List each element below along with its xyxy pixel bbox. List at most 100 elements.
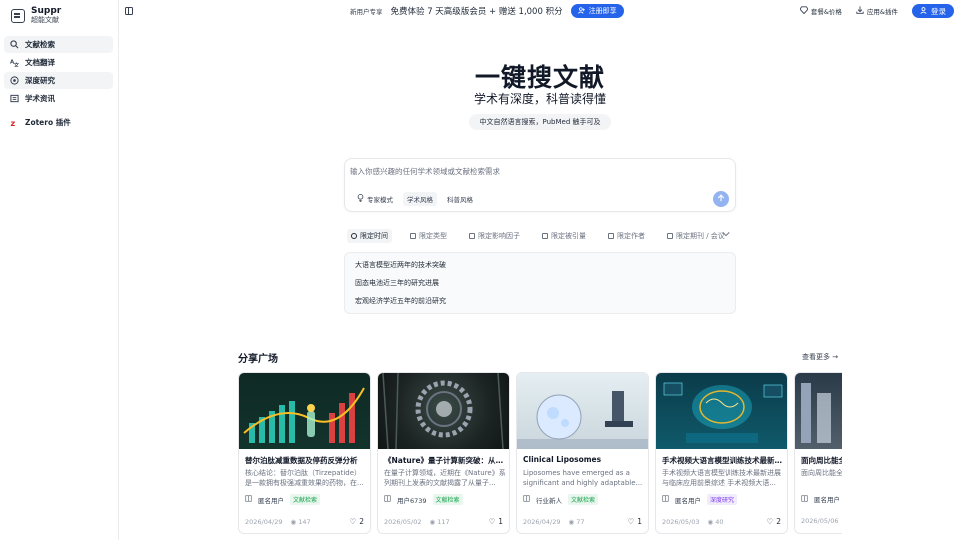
card-title: 手术视频大语言模型训练技术最新进... — [662, 456, 784, 465]
filter-type[interactable]: 限定类型 — [406, 229, 451, 243]
academic-style-button[interactable]: 学术风格 — [403, 192, 437, 206]
user-plus-icon — [577, 6, 585, 16]
view-more-link[interactable]: 查看更多 → — [802, 352, 838, 362]
card-meta: 行业新人 文献检索 — [523, 494, 599, 505]
arrow-up-icon — [717, 193, 725, 205]
card-title: 面向周比能全 — [801, 456, 842, 465]
filter-bar: 限定时间 限定类型 限定影响因子 限定被引量 限定作者 限定期刊 / 会议 — [347, 229, 729, 243]
card-description: 核心结论：替尔泊肽（Tirzepatide）是一款拥有极强减重效果的药物，在..… — [245, 469, 364, 487]
app-logo[interactable]: Suppr 超能文献 — [11, 7, 61, 25]
apps-label: 应用&插件 — [866, 8, 898, 16]
search-input[interactable] — [350, 164, 720, 178]
document-icon — [523, 495, 530, 504]
like-button[interactable]: ♡ 1 — [488, 517, 503, 526]
promo-text: 免费体验 7 天高级版会员 + 赠送 1,000 积分 — [390, 7, 563, 17]
svg-text:文: 文 — [14, 61, 19, 67]
views-count: 117 — [437, 517, 450, 526]
share-card[interactable]: Clinical Liposomes Liposomes have emerge… — [516, 372, 649, 534]
filter-label: 限定影响因子 — [478, 232, 520, 240]
author-icon — [608, 233, 614, 239]
lightbulb-icon — [357, 194, 364, 204]
heart-icon: ♡ — [627, 517, 635, 526]
view-more-label: 查看更多 — [802, 353, 830, 361]
submit-search-button[interactable] — [713, 191, 729, 207]
suggestion-item[interactable]: 宏观经济学近五年的前沿研究 — [355, 295, 725, 313]
expert-mode-button[interactable]: 专家模式 — [353, 192, 397, 206]
arrow-right-icon: → — [832, 353, 839, 361]
card-date: 2026/04/29 — [245, 517, 283, 526]
user-icon — [920, 6, 927, 16]
card-footer: 2026/04/29 ◉ 147 ♡ 2 — [245, 517, 364, 526]
likes-count: 1 — [637, 517, 642, 526]
filter-journal[interactable]: 限定期刊 / 会议 — [663, 229, 729, 243]
card-date: 2026/05/02 — [384, 517, 422, 526]
chevron-down-icon[interactable] — [722, 230, 730, 239]
card-user: 匿名用户 — [814, 496, 840, 504]
card-image — [239, 373, 370, 449]
sidebar-item-label: 深度研究 — [25, 76, 55, 85]
sidebar-item-label: 文献检索 — [25, 40, 55, 49]
sidebar-item-literature-search[interactable]: 文献检索 — [4, 36, 113, 53]
card-image — [656, 373, 787, 449]
apps-link[interactable]: 应用&插件 — [856, 6, 898, 16]
filter-label: 限定作者 — [617, 232, 645, 240]
share-card[interactable]: 面向周比能全 面向周比能全界面工程关键 匿名用户 2026/05/06 — [794, 372, 842, 534]
sidebar-toggle-icon[interactable] — [125, 7, 133, 15]
research-icon — [10, 76, 19, 85]
share-card[interactable]: 替尔泊肽减重数据及停药反弹分析 核心结论：替尔泊肽（Tirzepatide）是一… — [238, 372, 371, 534]
sidebar-item-label: Zotero 插件 — [25, 118, 71, 127]
sidebar-item-deep-research[interactable]: 深度研究 — [4, 72, 113, 89]
card-image — [378, 373, 509, 449]
document-icon — [245, 495, 252, 504]
document-icon — [384, 495, 391, 504]
card-title: Clinical Liposomes — [523, 455, 602, 464]
share-cards: 替尔泊肽减重数据及停药反弹分析 核心结论：替尔泊肽（Tirzepatide）是一… — [238, 372, 842, 540]
like-button[interactable]: ♡ 2 — [766, 517, 781, 526]
like-button[interactable]: ♡ 1 — [627, 517, 642, 526]
card-views: ◉ 77 — [568, 518, 584, 526]
sidebar: Suppr 超能文献 文献检索 A文 文档翻译 深度研究 学术资讯 z Zote… — [0, 0, 119, 540]
likes-count: 2 — [776, 517, 781, 526]
views-count: 147 — [298, 517, 311, 526]
suggestion-item[interactable]: 固态电池近三年的研究进展 — [355, 277, 725, 295]
card-meta: 匿名用户 — [801, 494, 840, 504]
card-description: 在量子计算领域，近期在《Nature》系列期刊上发表的文献揭露了从量子... — [384, 469, 506, 487]
share-card[interactable]: 《Nature》量子计算新突破：从硬... 在量子计算领域，近期在《Nature… — [377, 372, 510, 534]
news-icon — [10, 94, 19, 103]
feature-pill: 中文自然语言搜索，PubMed 触手可及 — [469, 114, 611, 130]
popular-style-button[interactable]: 科普风格 — [443, 192, 477, 206]
card-tag: 文献检索 — [568, 494, 599, 505]
login-button[interactable]: 登录 — [912, 4, 954, 18]
views-count: 77 — [576, 517, 585, 526]
card-footer: 2026/05/06 — [801, 517, 842, 525]
suggestion-item[interactable]: 大语言模型近两年的技术突破 — [355, 259, 725, 277]
suggestion-list: 大语言模型近两年的技术突破 固态电池近三年的研究进展 宏观经济学近五年的前沿研究 — [344, 252, 736, 314]
brand-subtitle: 超能文献 — [31, 16, 59, 24]
filter-citations[interactable]: 限定被引量 — [538, 229, 590, 243]
register-label: 注册即享 — [588, 7, 617, 15]
clock-icon — [351, 233, 357, 239]
filter-label: 限定被引量 — [551, 232, 586, 240]
pricing-label: 套餐&价格 — [810, 8, 842, 16]
mode-label: 专家模式 — [367, 196, 393, 204]
translate-icon: A文 — [10, 58, 19, 67]
sidebar-item-label: 文档翻译 — [25, 58, 55, 67]
filter-author[interactable]: 限定作者 — [604, 229, 649, 243]
pricing-link[interactable]: 套餐&价格 — [799, 6, 842, 16]
filter-impact-factor[interactable]: 限定影响因子 — [465, 229, 524, 243]
filter-time[interactable]: 限定时间 — [347, 229, 392, 243]
sidebar-item-academic-news[interactable]: 学术资讯 — [4, 90, 113, 107]
sidebar-item-zotero[interactable]: z Zotero 插件 — [4, 114, 113, 131]
promo-banner: 新用户专享 免费体验 7 天高级版会员 + 赠送 1,000 积分 注册即享 — [350, 4, 624, 18]
likes-count: 1 — [498, 517, 503, 526]
share-card[interactable]: 手术视频大语言模型训练技术最新进... 手术视频大语言模型训练技术最新进展与临床… — [655, 372, 788, 534]
heart-icon: ♡ — [349, 517, 357, 526]
register-button[interactable]: 注册即享 — [570, 4, 624, 18]
sidebar-item-label: 学术资讯 — [25, 94, 55, 103]
brand-name: Suppr — [31, 6, 62, 16]
card-views: ◉ 147 — [290, 518, 310, 526]
filter-label: 限定期刊 / 会议 — [676, 232, 725, 240]
sidebar-item-translate[interactable]: A文 文档翻译 — [4, 54, 113, 71]
like-button[interactable]: ♡ 2 — [349, 517, 364, 526]
diamond-icon — [799, 6, 809, 16]
